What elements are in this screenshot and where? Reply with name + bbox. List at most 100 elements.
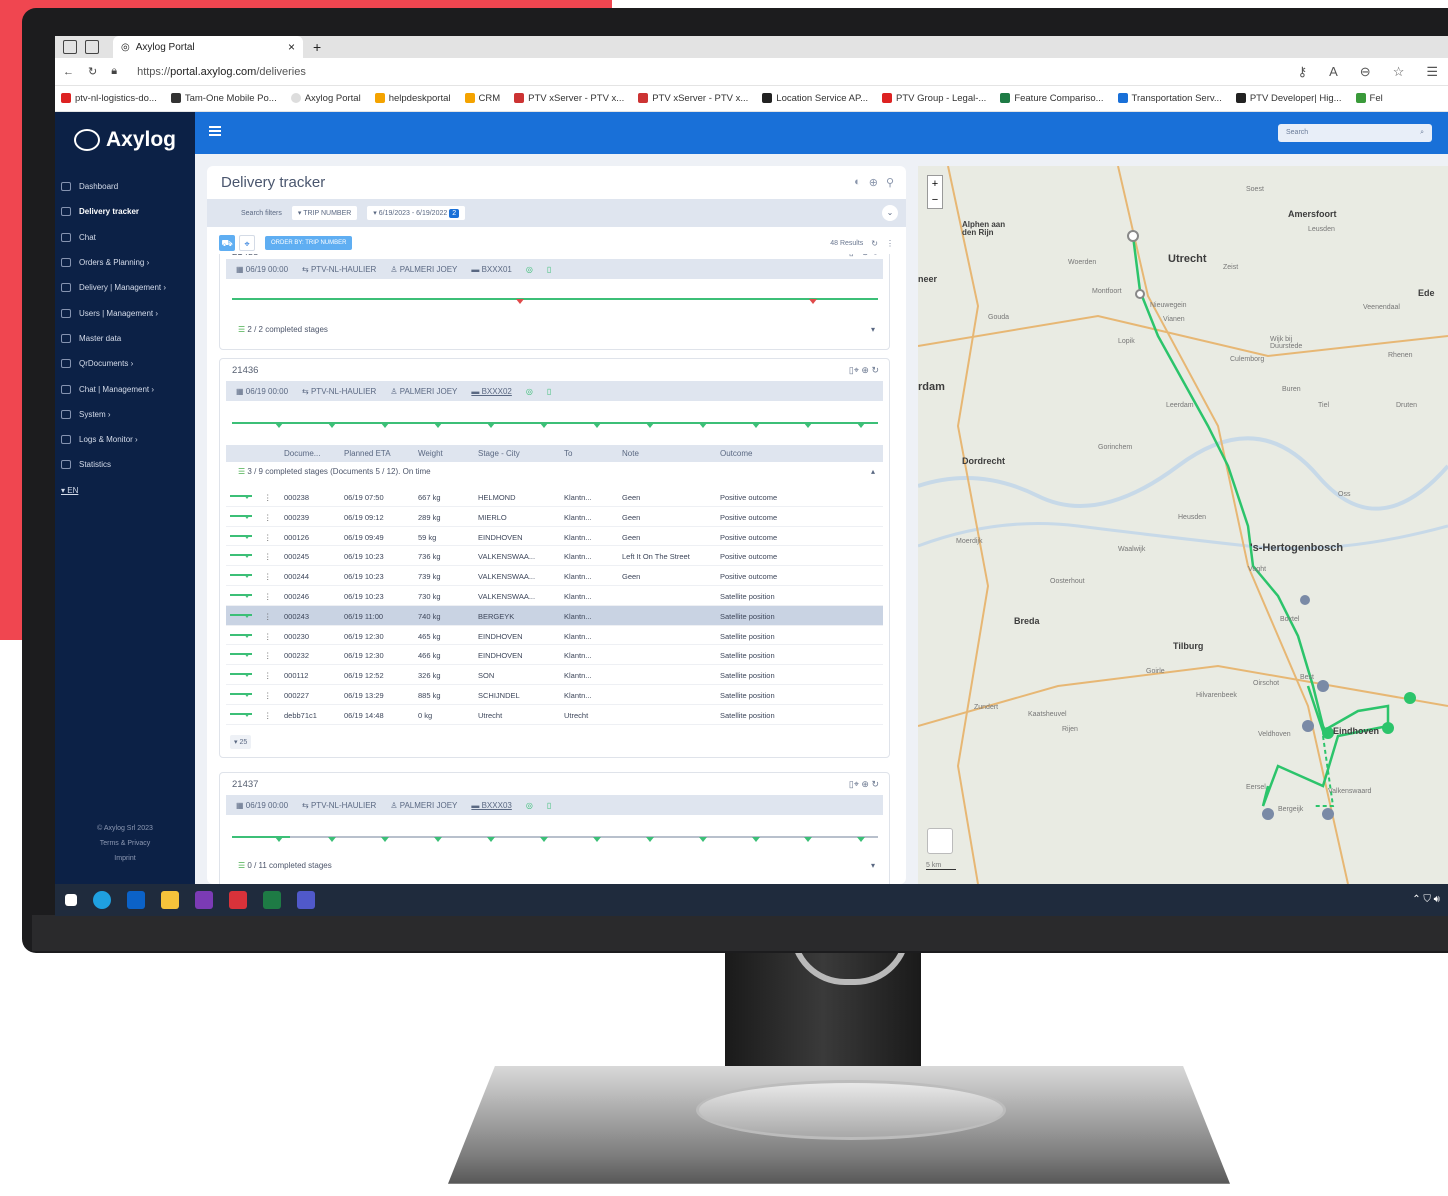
read-aloud-icon[interactable]: A	[1329, 64, 1338, 80]
card-actions[interactable]: ▯⌖ ⊕ ↻	[849, 254, 879, 258]
filter-icon[interactable]: ⚲	[886, 176, 894, 189]
favorite-star-icon[interactable]: ☆	[1393, 64, 1405, 80]
refresh-icon[interactable]: ↻	[88, 65, 97, 78]
onenote-icon[interactable]	[195, 891, 213, 909]
browser-tab[interactable]: ◎ Axylog Portal ×	[113, 36, 303, 58]
back-icon[interactable]: ←	[63, 66, 74, 78]
bookmark-item[interactable]: ptv-nl-logistics-do...	[61, 93, 157, 104]
globe-icon[interactable]: ⊕	[869, 176, 878, 189]
sidebar-item-system[interactable]: System ›	[55, 402, 195, 427]
row-menu-icon[interactable]: ⋮	[264, 651, 272, 660]
refresh-icon[interactable]: ↻	[871, 239, 878, 248]
phone-icon[interactable]: ▯	[547, 801, 551, 810]
system-tray[interactable]: ⌃ ⛉ 🔊︎	[1412, 894, 1440, 905]
table-row[interactable]: ⋮ 000244 06/19 10:23 739 kg VALKENSWAA... Kla…	[226, 566, 883, 586]
card-actions[interactable]: ▯⌖ ⊕ ↻	[849, 779, 879, 790]
row-menu-icon[interactable]: ⋮	[264, 533, 272, 542]
bookmark-item[interactable]: Feature Compariso...	[1000, 93, 1104, 104]
row-menu-icon[interactable]: ⋮	[264, 592, 272, 601]
windows-start-icon[interactable]	[65, 894, 77, 906]
col-weight[interactable]: Weight	[418, 449, 443, 458]
table-row[interactable]: ⋮ 000112 06/19 12:52 326 kg SON Klantn... Sate…	[226, 665, 883, 685]
phone-icon[interactable]: ▯	[547, 387, 551, 396]
trip-card[interactable]: 21435 ▯⌖ ⊕ ↻ ▦ 06/19 00:00 ⇆ PTV-NL-HAUL…	[219, 254, 890, 350]
terms-link[interactable]: Terms & Privacy	[55, 836, 195, 851]
card-actions[interactable]: ▯⌖ ⊕ ↻	[849, 365, 879, 376]
bookmark-item[interactable]: CRM	[464, 93, 500, 104]
row-menu-icon[interactable]: ⋮	[264, 632, 272, 641]
trip-vehicle[interactable]: ▬ BXXX01	[471, 265, 511, 274]
phone-icon[interactable]: ▯	[547, 265, 551, 274]
workspaces-icon[interactable]	[63, 40, 77, 54]
sidebar-item-users-management[interactable]: Users | Management ›	[55, 300, 195, 325]
excel-icon[interactable]	[263, 891, 281, 909]
url-field[interactable]: https://portal.axylog.com/deliveries	[137, 66, 306, 78]
bookmark-item[interactable]: Transportation Serv...	[1117, 93, 1222, 104]
favorites-icon[interactable]: ☰	[1426, 64, 1438, 80]
sidebar-item-delivery-tracker[interactable]: Delivery tracker	[55, 199, 195, 224]
bookmark-item[interactable]: PTV Developer| Hig...	[1235, 93, 1342, 104]
sidebar-item-chat-management[interactable]: Chat | Management ›	[55, 376, 195, 401]
edge-icon[interactable]	[93, 891, 111, 909]
table-row[interactable]: ⋮ 000239 06/19 09:12 289 kg MIERLO Klantn... G…	[226, 507, 883, 527]
zoom-controls[interactable]: + −	[927, 175, 943, 209]
imprint-link[interactable]: Imprint	[55, 851, 195, 866]
sidebar-item-dashboard[interactable]: Dashboard	[55, 174, 195, 199]
row-menu-icon[interactable]: ⋮	[264, 671, 272, 680]
order-by-button[interactable]: ORDER BY: TRIP NUMBER	[265, 236, 353, 250]
toggle-icon[interactable]: ◐	[854, 176, 861, 189]
bookmark-item[interactable]: PTV Group - Legal-...	[882, 93, 986, 104]
chevron-down-icon[interactable]: ▾	[871, 861, 875, 870]
menu-icon[interactable]	[209, 126, 221, 136]
col-stage-city[interactable]: Stage - City	[478, 449, 520, 458]
sidebar-item-chat[interactable]: Chat	[55, 225, 195, 250]
table-row[interactable]: ⋮ 000230 06/19 12:30 465 kg EINDHOVEN Klantn.…	[226, 626, 883, 646]
trip-vehicle[interactable]: ▬ BXXX02	[471, 387, 511, 396]
sidebar-item-statistics[interactable]: Statistics	[55, 452, 195, 477]
bookmark-item[interactable]: Fel	[1355, 93, 1383, 104]
bookmark-item[interactable]: Tam-One Mobile Po...	[170, 93, 277, 104]
row-menu-icon[interactable]: ⋮	[264, 612, 272, 621]
row-menu-icon[interactable]: ⋮	[264, 513, 272, 522]
col-note[interactable]: Note	[622, 449, 639, 458]
bookmark-item[interactable]: PTV xServer - PTV x...	[638, 93, 748, 104]
truck-view-icon[interactable]: ⛟	[219, 235, 235, 251]
pin-view-icon[interactable]: ⌖	[239, 235, 255, 251]
row-menu-icon[interactable]: ⋮	[264, 572, 272, 581]
search-input[interactable]: Search ⌕	[1278, 124, 1432, 142]
sidebar-item-orders-planning[interactable]: Orders & Planning ›	[55, 250, 195, 275]
tab-actions-icon[interactable]	[85, 40, 99, 54]
trip-vehicle[interactable]: ▬ BXXX03	[471, 801, 511, 810]
filter-trip-number[interactable]: ▾ TRIP NUMBER	[291, 206, 358, 220]
layers-icon[interactable]	[927, 828, 953, 854]
sidebar-item-logs-monitor[interactable]: Logs & Monitor ›	[55, 427, 195, 452]
trip-card[interactable]: 21436 ▯⌖ ⊕ ↻ ▦ 06/19 00:00 ⇆ PTV-NL-HAUL…	[219, 358, 890, 758]
col-planned-eta[interactable]: Planned ETA	[344, 449, 391, 458]
close-tab-icon[interactable]: ×	[288, 40, 295, 54]
chevron-up-icon[interactable]: ▴	[871, 467, 875, 476]
chevron-down-icon[interactable]: ⌄	[882, 205, 898, 221]
trip-card[interactable]: 21437 ▯⌖ ⊕ ↻ ▦ 06/19 00:00 ⇆ PTV-NL-HAUL…	[219, 772, 890, 884]
table-row[interactable]: ⋮ debb71c1 06/19 14:48 0 kg Utrecht Utrecht Sa…	[226, 705, 883, 725]
location-icon[interactable]: ◎	[526, 387, 533, 396]
more-icon[interactable]: ⋮	[886, 239, 894, 248]
outlook-icon[interactable]	[127, 891, 145, 909]
chevron-down-icon[interactable]: ▾	[871, 325, 875, 334]
col-outcome[interactable]: Outcome	[720, 449, 752, 458]
page-size-select[interactable]: ▾ 25	[230, 735, 252, 749]
bookmark-item[interactable]: PTV xServer - PTV x...	[514, 93, 624, 104]
bookmark-item[interactable]: Axylog Portal	[290, 93, 361, 104]
table-row[interactable]: ⋮ 000245 06/19 10:23 736 kg VALKENSWAA... Kla…	[226, 546, 883, 567]
new-tab-icon[interactable]: +	[313, 39, 321, 55]
key-icon[interactable]: ⚷	[1298, 64, 1308, 80]
location-icon[interactable]: ◎	[526, 801, 533, 810]
sidebar-item-master-data[interactable]: Master data	[55, 326, 195, 351]
brand-logo[interactable]: Axylog	[55, 112, 195, 168]
table-row[interactable]: ⋮ 000232 06/19 12:30 466 kg EINDHOVEN Klantn.…	[226, 645, 883, 666]
anydesk-icon[interactable]	[229, 891, 247, 909]
row-menu-icon[interactable]: ⋮	[264, 691, 272, 700]
bookmark-item[interactable]: Location Service AP...	[762, 93, 868, 104]
teams-icon[interactable]	[297, 891, 315, 909]
map-view[interactable]: + − Utrecht Amersfoort Alphen aan den Rij…	[918, 166, 1448, 884]
table-row[interactable]: ⋮ 000238 06/19 07:50 667 kg HELMOND Klantn...…	[226, 487, 883, 507]
